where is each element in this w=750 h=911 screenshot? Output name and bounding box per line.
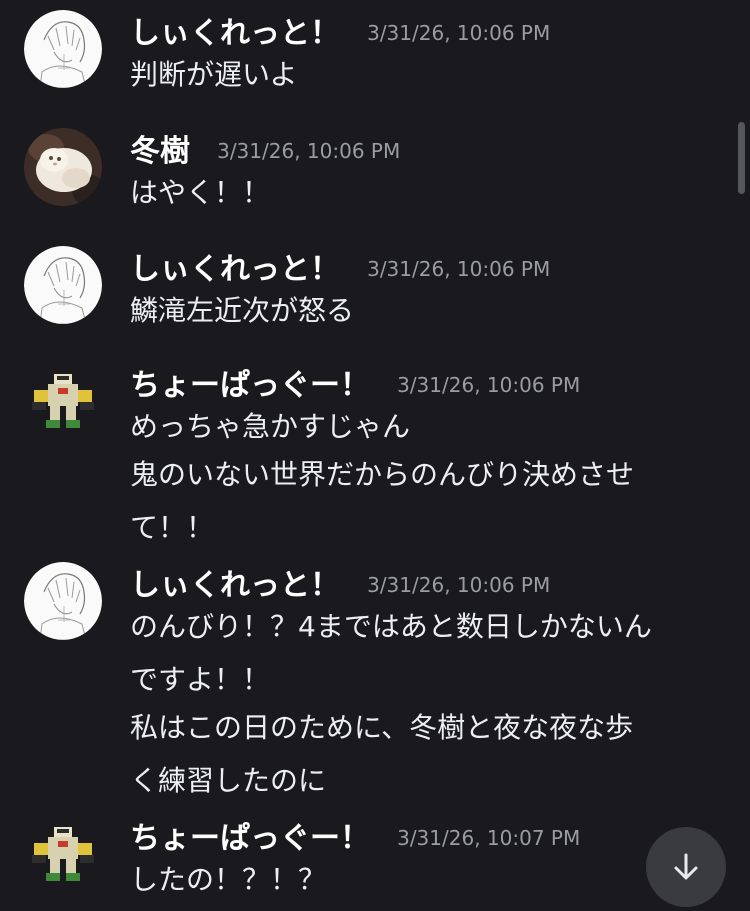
jump-to-present-button[interactable]	[646, 827, 726, 907]
message-line: 私はこの日のために、冬樹と夜な夜な歩	[130, 711, 634, 744]
message-line: ですよ！！	[130, 663, 271, 696]
timestamp: 3/31/26, 10:06 PM	[397, 373, 581, 397]
fluffy-cat-avatar-icon	[24, 128, 102, 206]
message-line: めっちゃ急かすじゃん	[130, 410, 411, 443]
scrollbar-thumb[interactable]	[738, 122, 745, 194]
message-content: 鱗滝左近次が怒る	[130, 287, 720, 335]
timestamp: 3/31/26, 10:06 PM	[217, 139, 401, 163]
anime-sketch-avatar-icon	[24, 10, 102, 88]
message-line: 鱗滝左近次が怒る	[130, 294, 355, 327]
message-line: したの！？！？	[130, 863, 327, 896]
timestamp: 3/31/26, 10:06 PM	[367, 573, 551, 597]
username[interactable]: 冬樹	[130, 134, 190, 169]
username[interactable]: しぃくれっと！	[130, 252, 340, 287]
message-line: て！！	[130, 511, 215, 544]
anime-sketch-avatar-icon	[24, 246, 102, 324]
avatar[interactable]	[24, 10, 102, 88]
message-line: はやく！！	[130, 176, 271, 209]
message-content: めっちゃ急かすじゃん 鬼のいない世界だからのんびり決めさせ て！！	[130, 403, 720, 552]
message-content: 判断が遅いよ	[130, 51, 720, 99]
username[interactable]: ちょーぱっぐー！	[130, 821, 370, 856]
timestamp: 3/31/26, 10:06 PM	[367, 257, 551, 281]
pixel-robot-avatar-icon	[24, 815, 102, 893]
message-line: く練習したのに	[130, 764, 327, 797]
message-header: ちょーぱっぐー！ 3/31/26, 10:06 PM	[130, 360, 581, 403]
avatar[interactable]	[24, 562, 102, 640]
avatar[interactable]	[24, 128, 102, 206]
message-line: のんびり！？4まではあと数日しかないん	[130, 610, 652, 643]
avatar[interactable]	[24, 246, 102, 324]
username[interactable]: ちょーぱっぐー！	[130, 368, 370, 403]
message-header: しぃくれっと！ 3/31/26, 10:06 PM	[130, 8, 551, 51]
anime-sketch-avatar-icon	[24, 562, 102, 640]
avatar[interactable]	[24, 362, 102, 440]
username[interactable]: しぃくれっと！	[130, 568, 340, 603]
message-header: しぃくれっと！ 3/31/26, 10:06 PM	[130, 244, 551, 287]
message-header: ちょーぱっぐー！ 3/31/26, 10:07 PM	[130, 813, 581, 856]
message-header: しぃくれっと！ 3/31/26, 10:06 PM	[130, 560, 551, 603]
username[interactable]: しぃくれっと！	[130, 16, 340, 51]
message-content: のんびり！？4まではあと数日しかないん ですよ！！ 私はこの日のために、冬樹と夜…	[130, 603, 720, 805]
message-list[interactable]: しぃくれっと！ 3/31/26, 10:06 PM 判断が遅いよ 冬樹 3/31…	[0, 0, 750, 911]
avatar[interactable]	[24, 815, 102, 893]
arrow-down-icon	[674, 853, 698, 880]
message-header: 冬樹 3/31/26, 10:06 PM	[130, 126, 401, 169]
message-content: したの！？！？	[130, 856, 720, 904]
timestamp: 3/31/26, 10:07 PM	[397, 826, 581, 850]
message-line: 鬼のいない世界だからのんびり決めさせ	[130, 458, 635, 491]
timestamp: 3/31/26, 10:06 PM	[367, 21, 551, 45]
message-content: はやく！！	[130, 169, 720, 217]
pixel-robot-avatar-icon	[24, 362, 102, 440]
message-line: 判断が遅いよ	[130, 58, 298, 91]
